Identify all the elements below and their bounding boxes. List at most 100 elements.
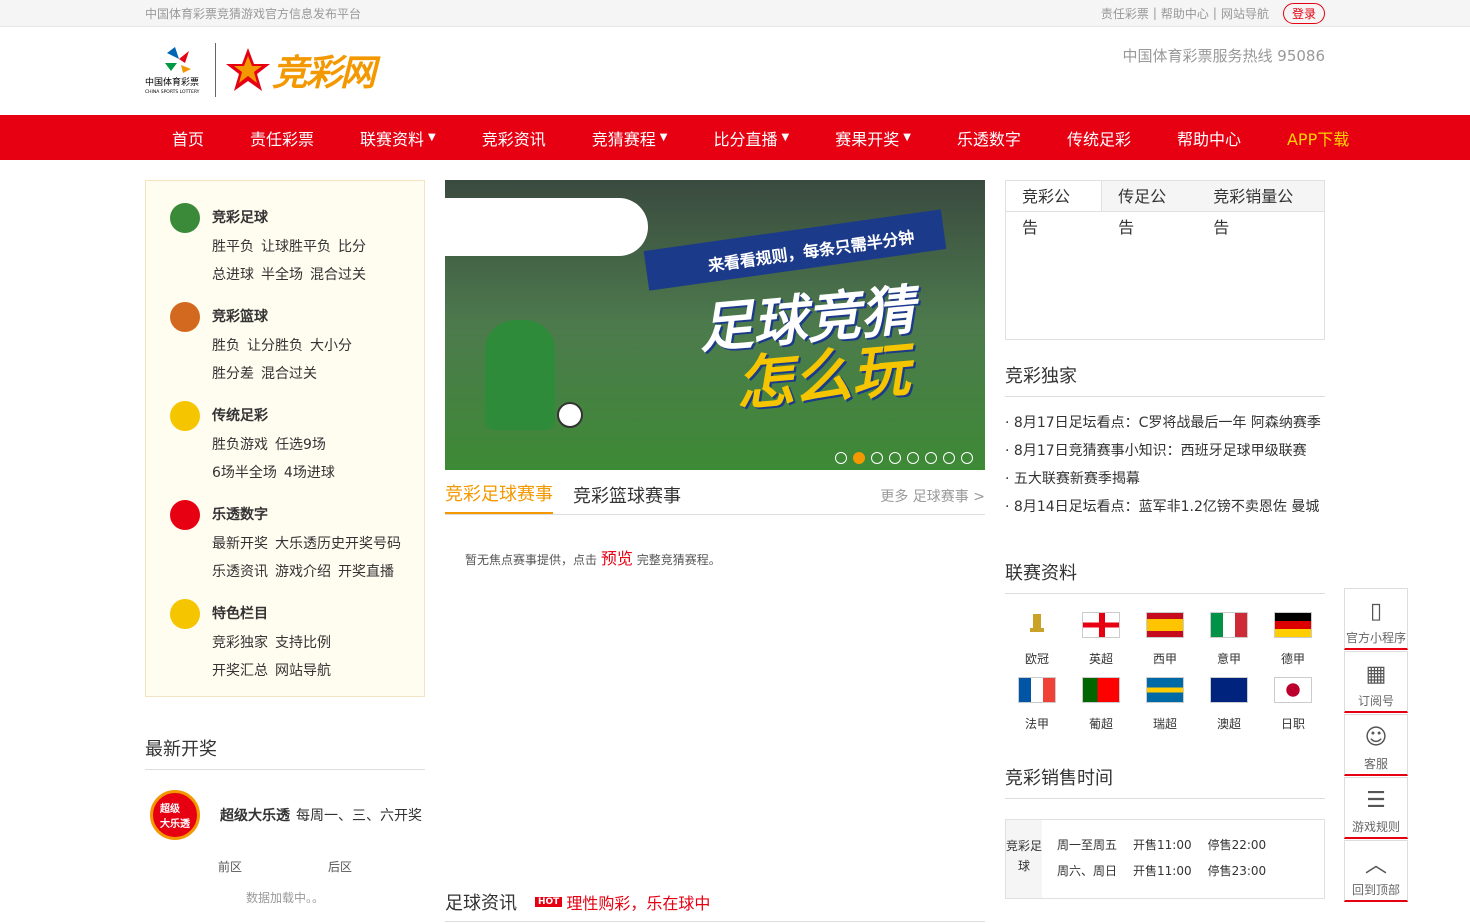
carousel-dot[interactable] [925,452,937,464]
nav-item-9[interactable]: 帮助中心 [1150,126,1260,150]
china-sports-lottery-logo: 中国体育彩票 CHINA SPORTS LOTTERY [145,43,207,97]
tab-basketball-matches[interactable]: 竞彩篮球赛事 [573,482,681,514]
league-item[interactable]: 英超 [1069,612,1133,667]
side-item-label: 回到顶部 [1351,883,1400,897]
sales-cell: 停售22:00 [1207,838,1267,852]
more-football-link[interactable]: 更多 足球赛事 > [880,486,985,514]
nav-item-5[interactable]: 比分直播 ▼ [686,126,808,150]
carousel-dot[interactable] [889,452,901,464]
game-link[interactable]: 混合过关 [261,366,317,382]
exclusive-item[interactable]: · 8月14日足坛看点：蓝军非1.2亿镑不卖恩佐 曼城 [1005,493,1325,521]
game-category-icon [170,599,200,629]
site-logo[interactable]: 中国体育彩票 CHINA SPORTS LOTTERY 竞彩网 [145,43,376,97]
league-flag-icon [1210,677,1248,703]
sales-time-title: 竞彩销售时间 [1005,764,1325,799]
game-category-title[interactable]: 特色栏目 [212,599,338,629]
game-link[interactable]: 竞彩独家 [212,635,268,651]
league-item[interactable]: 欧冠 [1005,612,1069,667]
league-name: 葡超 [1088,717,1113,731]
carousel-dot[interactable] [853,452,865,464]
exclusive-item[interactable]: · 8月17日足坛看点：C罗将战最后一年 阿森纳赛季 [1005,409,1325,437]
game-link[interactable]: 游戏介绍 [275,564,331,580]
carousel-dot[interactable] [907,452,919,464]
game-category: 传统足彩胜负游戏 任选9场 6场半全场 4场进球 [170,401,424,487]
game-category-title[interactable]: 乐透数字 [212,500,408,530]
game-link[interactable]: 支持比例 [275,635,331,651]
nav-item-3[interactable]: 竞彩资讯 [455,126,565,150]
tab-jc-notice[interactable]: 竞彩公告 [1006,181,1103,237]
exclusive-title[interactable]: 竞彩独家 [1005,362,1325,397]
game-link[interactable]: 胜负 [212,338,240,354]
game-link[interactable]: 4场进球 [284,465,335,481]
league-item[interactable]: 西甲 [1133,612,1197,667]
nav-item-label: 乐透数字 [956,129,1021,149]
link-sitemap[interactable]: 网站导航 [1221,5,1269,22]
league-item[interactable]: 德甲 [1261,612,1325,667]
football-news-title[interactable]: 足球资讯 [445,889,517,915]
game-link[interactable]: 比分 [338,239,366,255]
game-link[interactable]: 大乐透历史开奖号码 [275,536,401,552]
nav-item-0[interactable]: 首页 [145,126,223,150]
carousel-dot[interactable] [871,452,883,464]
carousel-dot[interactable] [835,452,847,464]
carousel-dot[interactable] [943,452,955,464]
nav-item-2[interactable]: 联赛资料 ▼ [333,126,455,150]
league-item[interactable]: 日职 [1261,677,1325,732]
league-name: 德甲 [1280,652,1305,666]
nav-item-1[interactable]: 责任彩票 [223,126,333,150]
game-category-title[interactable]: 传统足彩 [212,401,342,431]
nav-item-6[interactable]: 赛果开奖 ▼ [808,126,930,150]
game-link[interactable]: 让分胜负 [247,338,303,354]
link-responsible[interactable]: 责任彩票 [1101,5,1149,22]
game-link[interactable]: 乐透资讯 [212,564,268,580]
sales-cell: 周一至周五 [1057,838,1118,852]
side-item[interactable]: ︿ 回到顶部 [1344,840,1408,902]
tab-cz-notice[interactable]: 传足公告 [1102,181,1197,237]
game-link[interactable]: 开奖汇总 [212,663,268,679]
game-link[interactable]: 半全场 [261,267,303,283]
nav-item-8[interactable]: 传统足彩 [1040,126,1150,150]
tab-football-matches[interactable]: 竞彩足球赛事 [445,480,553,514]
carousel-dot[interactable] [961,452,973,464]
link-help[interactable]: 帮助中心 [1161,5,1209,22]
side-item[interactable]: ▦ 订阅号 [1344,651,1408,713]
game-category-title[interactable]: 竞彩篮球 [212,302,359,332]
nav-item-10[interactable]: APP下载 [1260,126,1368,150]
exclusive-item-text: 8月17日竞猜赛事小知识：西班牙足球甲级联赛 [1013,443,1307,459]
league-name: 日职 [1280,717,1305,731]
league-item[interactable]: 葡超 [1069,677,1133,732]
game-link[interactable]: 总进球 [212,267,254,283]
side-item[interactable]: ☰ 游戏规则 [1344,777,1408,839]
league-item[interactable]: 澳超 [1197,677,1261,732]
game-link[interactable]: 胜分差 [212,366,254,382]
game-category-icon [170,500,200,530]
nav-item-7[interactable]: 乐透数字 [930,126,1040,150]
game-link[interactable]: 让球胜平负 [261,239,331,255]
hero-banner[interactable]: 来看看规则，每条只需半分钟 足球竞猜 怎么玩 [445,180,985,470]
sales-row: 周六、周日 开售11:00 停售23:00 [1057,858,1282,884]
preview-link[interactable]: 预览 [601,549,633,568]
login-button[interactable]: 登录 [1282,2,1325,24]
game-link[interactable]: 胜负游戏 [212,437,268,453]
game-link[interactable]: 网站导航 [275,663,331,679]
exclusive-item[interactable]: · 8月17日竞猜赛事小知识：西班牙足球甲级联赛 [1005,437,1325,465]
nav-item-label: 首页 [172,129,205,149]
dlt-row[interactable]: 超级 大乐透 超级大乐透 每周一、三、六开奖 [145,790,425,840]
league-item[interactable]: 法甲 [1005,677,1069,732]
nav-item-label: 竞彩资讯 [481,129,546,149]
game-link[interactable]: 开奖直播 [338,564,394,580]
game-link[interactable]: 任选9场 [275,437,326,453]
league-item[interactable]: 意甲 [1197,612,1261,667]
exclusive-item[interactable]: · 五大联赛新赛季揭幕 [1005,465,1325,493]
game-link[interactable]: 混合过关 [310,267,366,283]
game-link[interactable]: 6场半全场 [212,465,277,481]
league-item[interactable]: 瑞超 [1133,677,1197,732]
tab-sales-notice[interactable]: 竞彩销量公告 [1197,181,1324,237]
game-link[interactable]: 胜平负 [212,239,254,255]
side-item[interactable]: ▯ 官方小程序 [1344,588,1408,650]
game-link[interactable]: 大小分 [310,338,352,354]
side-item[interactable]: ☺ 客服 [1344,714,1408,776]
nav-item-4[interactable]: 竞猜赛程 ▼ [565,126,687,150]
game-category-title[interactable]: 竞彩足球 [212,203,373,233]
game-link[interactable]: 最新开奖 [212,536,268,552]
